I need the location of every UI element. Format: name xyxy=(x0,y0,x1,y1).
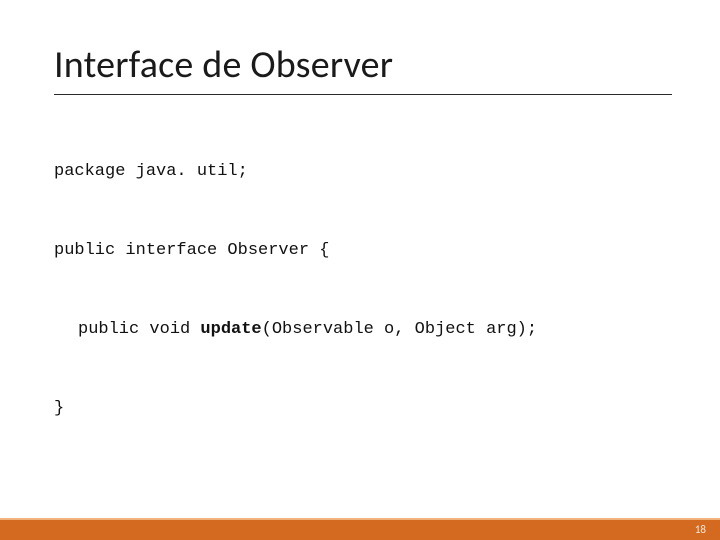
code-line-interface: public interface Observer { xyxy=(54,242,672,259)
code-line-method: public void update(Observable o, Object … xyxy=(54,321,672,338)
code-method-name: update xyxy=(200,320,261,339)
slide-title: Interface de Observer xyxy=(54,42,672,95)
code-line-close: } xyxy=(54,400,672,417)
code-text: (Observable o, Object arg); xyxy=(262,320,537,339)
code-text: public void xyxy=(78,320,200,339)
page-number: 18 xyxy=(695,523,706,536)
slide: Interface de Observer package java. util… xyxy=(0,0,720,540)
code-line-package: package java. util; xyxy=(54,163,672,180)
code-block: package java. util; public interface Obs… xyxy=(54,129,672,479)
footer-bar: 18 xyxy=(0,518,720,540)
